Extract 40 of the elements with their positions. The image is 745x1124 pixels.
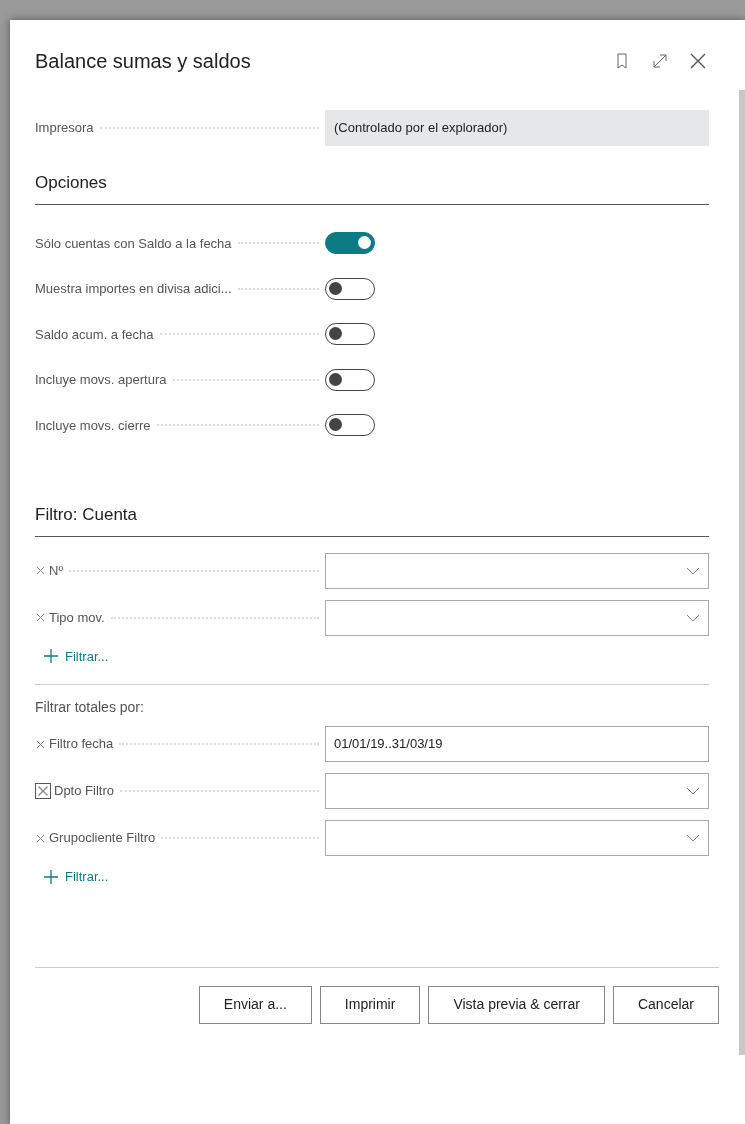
dialog-title: Balance sumas y saldos — [35, 49, 252, 74]
field-label: Incluye movs. cierre — [35, 416, 151, 435]
clear-filter-icon[interactable] — [35, 738, 46, 750]
plus-icon — [43, 868, 59, 885]
action-button[interactable]: Vista previa & cerrar — [428, 985, 605, 1024]
field-label: Sólo cuentas con Saldo a la fecha — [35, 234, 232, 253]
section-heading: Filtro: Cuenta — [35, 502, 709, 537]
toggle-switch[interactable] — [325, 368, 375, 391]
clear-filter-icon[interactable] — [35, 612, 46, 623]
clear-filter-icon[interactable] — [35, 565, 46, 576]
field-label: Impresora — [35, 119, 94, 138]
filter-label: Grupocliente Filtro — [49, 829, 156, 848]
action-button[interactable]: Cancelar — [612, 985, 719, 1024]
plus-icon — [43, 648, 59, 665]
action-button[interactable]: Imprimir — [319, 985, 421, 1024]
text-field[interactable]: 01/01/19..31/03/19 — [325, 726, 709, 762]
printer-field: (Controlado por el explorador) — [325, 110, 709, 146]
toggle-switch[interactable] — [325, 323, 375, 346]
action-button[interactable]: Enviar a... — [198, 985, 312, 1024]
add-filter-link[interactable]: Filtrar... — [43, 867, 109, 887]
clear-filter-icon[interactable] — [35, 832, 46, 844]
filter-label: Nº — [49, 561, 64, 580]
filter-label: Dpto Filtro — [54, 782, 114, 801]
toggle-switch[interactable] — [325, 277, 375, 300]
filter-label: Filtro fecha — [49, 735, 114, 754]
dropdown-field[interactable] — [325, 552, 709, 589]
scrollbar[interactable] — [739, 90, 745, 1055]
dropdown-field[interactable] — [325, 773, 709, 809]
dropdown-field[interactable] — [325, 820, 709, 856]
field-label: Saldo acum. a fecha — [35, 325, 154, 344]
add-filter-link[interactable]: Filtrar... — [43, 646, 109, 666]
section-label: Filtrar totales por: — [35, 699, 144, 715]
filter-label: Tipo mov. — [49, 608, 105, 627]
field-label: Incluye movs. apertura — [35, 371, 167, 389]
section-heading: Opciones — [35, 170, 709, 205]
clear-filter-icon[interactable] — [35, 783, 51, 799]
toggle-switch[interactable] — [325, 414, 375, 437]
dropdown-field[interactable] — [325, 599, 709, 636]
field-label: Muestra importes en divisa adici... — [35, 280, 232, 298]
toggle-switch[interactable] — [325, 232, 375, 255]
